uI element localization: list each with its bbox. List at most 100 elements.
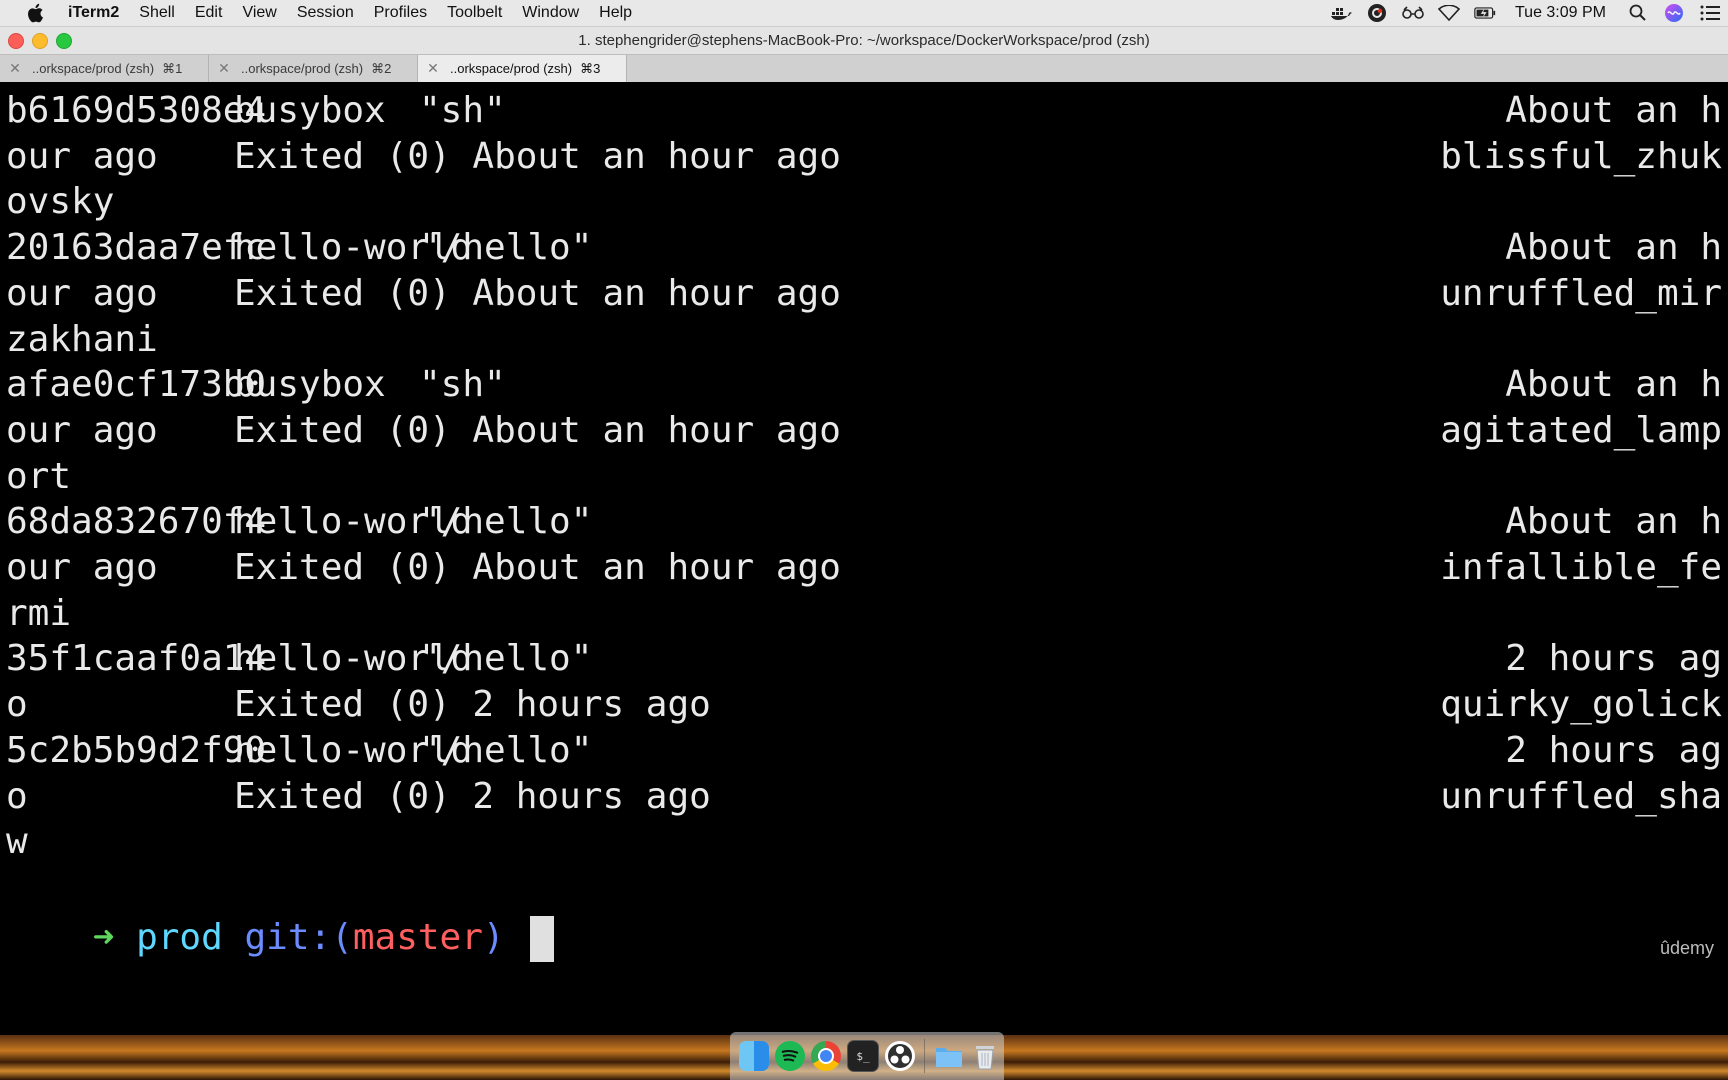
dock: $_ <box>730 1032 1004 1080</box>
terminal-cell: quirky_golick <box>1440 684 1722 726</box>
prompt-git-close: ) <box>482 916 505 958</box>
terminal-line: o Exited (0) 2 hours ago quirky_golick <box>6 680 1722 730</box>
trash-icon[interactable] <box>970 1041 1000 1071</box>
menu-view[interactable]: View <box>232 4 286 22</box>
terminal-output[interactable]: ➜ prod git:(master) ûdemy b6169d5308e4 bu… <box>0 82 1728 1035</box>
terminal-cell: About an h <box>1505 501 1722 543</box>
accessibility-icon[interactable] <box>1402 3 1424 23</box>
window-title-bar[interactable]: 1. stephengrider@stephens-MacBook-Pro: ~… <box>0 27 1728 54</box>
terminal-cell: "sh" <box>419 90 506 131</box>
prompt-git-label: git:( <box>244 916 353 958</box>
menubar-clock[interactable]: Tue 3:09 PM <box>1515 4 1606 22</box>
terminal-icon[interactable]: $_ <box>847 1040 879 1072</box>
terminal-cell: Exited (0) 2 hours ago <box>234 684 711 726</box>
terminal-cell: Exited (0) About an hour ago <box>234 409 841 451</box>
menu-profiles[interactable]: Profiles <box>364 4 437 22</box>
terminal-cell: ort <box>6 455 72 497</box>
terminal-line: afae0cf173b0 busybox "sh" About an h <box>6 360 1722 410</box>
terminal-line: w <box>6 817 1722 867</box>
obs-icon[interactable] <box>885 1041 915 1071</box>
terminal-line: 35f1caaf0a14 hello-world "/hello" 2 hours a… <box>6 634 1722 684</box>
tab-shortcut: ⌘3 <box>580 60 601 76</box>
tab-3[interactable]: ✕ ..orkspace/prod (zsh) ⌘3 <box>418 55 627 82</box>
terminal-cell: 35f1caaf0a14 <box>6 638 267 680</box>
terminal-line: 5c2b5b9d2f90 hello-world "/hello" 2 hours a… <box>6 726 1722 776</box>
menu-bar: iTerm2 Shell Edit View Session Profiles … <box>0 0 1728 27</box>
tab-label: ..orkspace/prod (zsh) <box>450 61 573 76</box>
menu-edit[interactable]: Edit <box>185 4 233 22</box>
terminal-line: zakhani <box>6 315 1722 365</box>
window-close-button[interactable] <box>8 33 24 49</box>
terminal-cell: "sh" <box>419 364 506 406</box>
terminal-cell: 20163daa7efc <box>6 227 267 269</box>
close-tab-icon[interactable]: ✕ <box>217 60 231 77</box>
terminal-line: rmi <box>6 589 1722 639</box>
apple-icon[interactable] <box>24 1 48 25</box>
battery-icon[interactable] <box>1474 3 1496 23</box>
spotify-icon[interactable] <box>775 1041 805 1071</box>
menu-app-name[interactable]: iTerm2 <box>62 4 129 22</box>
menu-toolbelt[interactable]: Toolbelt <box>437 4 512 22</box>
menu-help[interactable]: Help <box>589 4 642 22</box>
window-zoom-button[interactable] <box>56 33 72 49</box>
terminal-cell: 5c2b5b9d2f90 <box>6 729 267 771</box>
prompt-branch: master <box>352 916 483 958</box>
close-tab-icon[interactable]: ✕ <box>426 60 440 77</box>
dock-separator <box>924 1039 925 1073</box>
prompt-directory: prod <box>136 916 223 958</box>
terminal-line: 68da832670f4 hello-world "/hello" About an … <box>6 497 1722 547</box>
terminal-cell: Exited (0) About an hour ago <box>234 547 841 588</box>
terminal-cell: rmi <box>6 592 72 634</box>
search-icon[interactable] <box>1627 3 1649 23</box>
status-area: Tue 3:09 PM <box>1323 0 1728 26</box>
window-controls <box>8 33 80 49</box>
terminal-cell: "/hello" <box>419 501 593 543</box>
terminal-line: our ago Exited (0) About an hour ago agita… <box>6 406 1722 456</box>
tab-shortcut: ⌘1 <box>162 60 183 76</box>
terminal-cell: Exited (0) 2 hours ago <box>234 775 711 817</box>
terminal-cell: our ago <box>6 547 158 588</box>
terminal-cell: o <box>6 775 28 817</box>
finder-icon[interactable] <box>739 1041 769 1071</box>
folder-icon[interactable] <box>934 1041 964 1071</box>
terminal-cell: busybox <box>234 364 386 406</box>
terminal-cell: About an h <box>1505 227 1722 269</box>
tab-bar: ✕ ..orkspace/prod (zsh) ⌘1 ✕ ..orkspace/… <box>0 54 1728 83</box>
terminal-cell: About an h <box>1505 364 1722 406</box>
menu-window[interactable]: Window <box>512 4 589 22</box>
chrome-icon[interactable] <box>811 1041 841 1071</box>
siri-icon[interactable] <box>1663 3 1685 23</box>
terminal-line: ovsky <box>6 177 1722 227</box>
creative-cloud-icon[interactable] <box>1366 3 1388 23</box>
terminal-line: b6169d5308e4 busybox "sh" About an h <box>6 86 1722 136</box>
tab-2[interactable]: ✕ ..orkspace/prod (zsh) ⌘2 <box>209 55 418 82</box>
tab-shortcut: ⌘2 <box>371 60 392 76</box>
terminal-cell: our ago <box>6 409 158 451</box>
terminal-cell: ovsky <box>6 181 115 223</box>
shell-prompt[interactable]: ➜ prod git:(master) <box>6 863 555 962</box>
terminal-line: our ago Exited (0) About an hour ago infal… <box>6 543 1722 593</box>
tab-label: ..orkspace/prod (zsh) <box>241 61 364 76</box>
terminal-cell: w <box>6 821 28 863</box>
wifi-icon[interactable] <box>1437 3 1460 23</box>
terminal-cell: blissful_zhuk <box>1440 135 1722 177</box>
text-cursor <box>530 915 555 962</box>
terminal-cell: 2 hours ag <box>1505 729 1722 771</box>
tab-1[interactable]: ✕ ..orkspace/prod (zsh) ⌘1 <box>0 55 209 82</box>
terminal-line: our ago Exited (0) About an hour ago bliss… <box>6 132 1722 182</box>
terminal-cell: "/hello" <box>419 638 593 680</box>
close-tab-icon[interactable]: ✕ <box>8 60 22 77</box>
terminal-line: our ago Exited (0) About an hour ago unruf… <box>6 269 1722 319</box>
control-list-icon[interactable] <box>1699 3 1721 23</box>
tab-label: ..orkspace/prod (zsh) <box>32 61 155 76</box>
terminal-cell: our ago <box>6 272 158 314</box>
menu-session[interactable]: Session <box>287 4 364 22</box>
menu-shell[interactable]: Shell <box>129 4 185 22</box>
docker-icon[interactable] <box>1330 3 1352 23</box>
terminal-cell: afae0cf173b0 <box>6 364 267 406</box>
terminal-cell: busybox <box>234 90 386 131</box>
terminal-cell: Exited (0) About an hour ago <box>234 272 841 314</box>
window-minimize-button[interactable] <box>32 33 48 49</box>
udemy-watermark: ûdemy <box>1659 938 1714 958</box>
prompt-arrow-icon: ➜ <box>92 916 115 958</box>
